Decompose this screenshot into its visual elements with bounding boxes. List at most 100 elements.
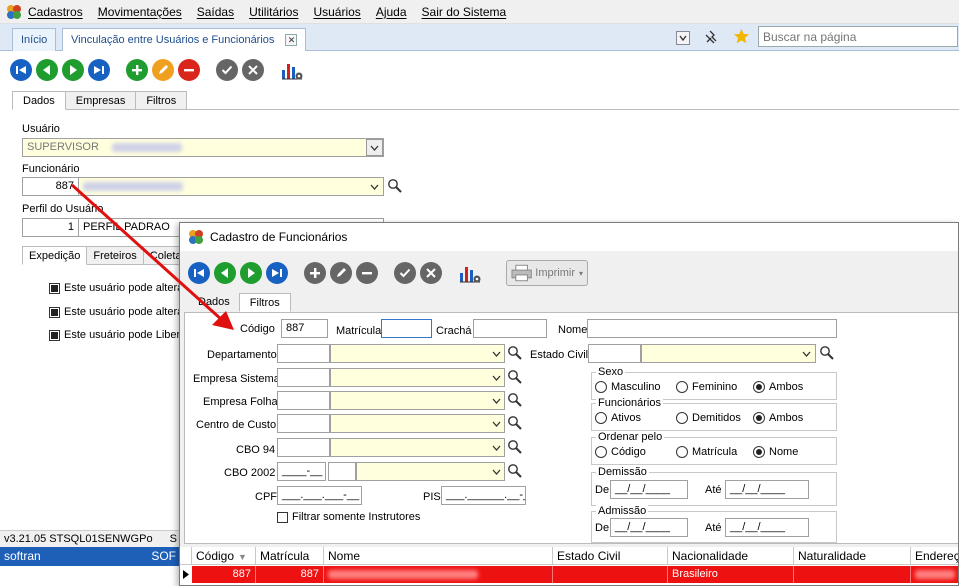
departamento-select[interactable] [330,344,505,363]
dialog-title-bar[interactable]: Cadastro de Funcionários [180,223,958,251]
centro-custo-dropdown-button[interactable] [488,415,505,432]
column-header-nacionalidade[interactable]: Nacionalidade [668,547,794,565]
sexo-ambos-radio[interactable]: Ambos [753,381,803,393]
column-header-naturalidade[interactable]: Naturalidade [794,547,911,565]
delete-button[interactable] [356,262,378,284]
cancel-button[interactable] [420,262,442,284]
ordenar-nome-radio[interactable]: Nome [753,446,798,458]
tab-filtros[interactable]: Filtros [135,91,188,110]
tab-vinculacao[interactable]: Vinculação entre Usuários e Funcionários… [62,28,307,51]
tab-freteiros[interactable]: Freteiros [86,246,144,265]
next-record-button[interactable] [240,262,262,284]
codigo-input[interactable]: 887 [281,319,328,338]
menu-cadastros[interactable]: Cadastros [28,5,83,19]
funcionarios-ambos-radio[interactable]: Ambos [753,412,803,424]
delete-button[interactable] [178,59,200,81]
usuario-dropdown-button[interactable] [366,139,383,156]
cbo94-code-input[interactable] [277,438,330,457]
first-record-button[interactable] [188,262,210,284]
permission-checkbox-3[interactable]: Este usuário pode Liber [49,329,180,341]
search-icon[interactable] [507,463,523,479]
edit-button[interactable] [330,262,352,284]
close-icon[interactable]: ✕ [285,34,298,46]
estado-civil-select[interactable] [641,344,816,363]
cbo2002-dropdown-button[interactable] [488,463,505,480]
cbo2002-code-input[interactable]: ____-__ [277,462,326,481]
search-input[interactable] [758,26,958,47]
cbo2002-extra-input[interactable] [328,462,356,481]
search-icon[interactable] [507,415,523,431]
usuario-select[interactable]: SUPERVISOR [22,138,384,157]
filtrar-instrutores-checkbox[interactable]: Filtrar somente Instrutores [277,511,420,523]
admissao-de-input[interactable]: __/__/____ [610,518,688,537]
menu-ajuda[interactable]: Ajuda [376,5,407,19]
column-header-matricula[interactable]: Matrícula [256,547,324,565]
sexo-masculino-radio[interactable]: Masculino [595,381,661,393]
estado-civil-dropdown-button[interactable] [798,345,815,362]
search-icon[interactable] [507,345,523,361]
cracha-input[interactable] [473,319,547,338]
funcionario-code-input[interactable]: 887 [22,177,79,196]
report-chart-icon[interactable] [458,261,482,285]
empresa-sistema-select[interactable] [330,368,505,387]
permission-checkbox-2[interactable]: Este usuário pode altera [49,306,183,318]
cbo94-select[interactable] [330,438,505,457]
estado-civil-code-input[interactable] [588,344,641,363]
last-record-button[interactable] [88,59,110,81]
last-record-button[interactable] [266,262,288,284]
empresa-folha-code-input[interactable] [277,391,330,410]
empresa-sistema-dropdown-button[interactable] [488,369,505,386]
centro-custo-select[interactable] [330,414,505,433]
admissao-ate-input[interactable]: __/__/____ [725,518,809,537]
column-header-endereco[interactable]: Endereço [911,547,958,565]
tab-expedicao[interactable]: Expedição [22,246,88,265]
funcionarios-demitidos-radio[interactable]: Demitidos [676,412,741,424]
menu-sair[interactable]: Sair do Sistema [422,5,507,19]
empresa-sistema-code-input[interactable] [277,368,330,387]
tab-inicio[interactable]: Início [12,28,57,51]
print-button[interactable]: Imprimir ▾ [506,260,588,286]
column-header-nome[interactable]: Nome [324,547,553,565]
cancel-button[interactable] [242,59,264,81]
tab-dados[interactable]: Dados [12,91,66,110]
nome-input[interactable] [587,319,837,338]
perfil-code-input[interactable]: 1 [22,218,79,237]
funcionario-name-select[interactable] [78,177,384,196]
search-icon[interactable] [507,439,523,455]
add-button[interactable] [304,262,326,284]
funcionarios-ativos-radio[interactable]: Ativos [595,412,641,424]
add-button[interactable] [126,59,148,81]
previous-record-button[interactable] [214,262,236,284]
first-record-button[interactable] [10,59,32,81]
cbo2002-select[interactable] [356,462,505,481]
empresa-folha-dropdown-button[interactable] [488,392,505,409]
departamento-dropdown-button[interactable] [488,345,505,362]
report-chart-icon[interactable] [280,58,304,82]
menu-saidas[interactable]: Saídas [197,5,234,19]
tab-empresas[interactable]: Empresas [64,91,137,110]
centro-custo-code-input[interactable] [277,414,330,433]
next-record-button[interactable] [62,59,84,81]
table-row[interactable]: 887 887 Brasileiro [192,566,958,583]
cbo94-dropdown-button[interactable] [488,439,505,456]
edit-button[interactable] [152,59,174,81]
column-header-codigo[interactable]: Código ▼ [192,547,256,565]
matricula-input[interactable] [381,319,432,338]
funcionario-dropdown-button[interactable] [366,178,383,195]
cpf-input[interactable]: ___.___.___-__ [277,486,362,505]
menu-usuarios[interactable]: Usuários [313,5,360,19]
ordenar-matricula-radio[interactable]: Matrícula [676,446,737,458]
pis-input[interactable]: ___.______.__-_ [441,486,526,505]
dialog-tab-dados[interactable]: Dados [188,293,240,312]
search-icon[interactable] [507,369,523,385]
column-header-estado-civil[interactable]: Estado Civil [553,547,668,565]
search-icon[interactable] [819,345,835,361]
search-icon[interactable] [387,178,403,194]
ordenar-codigo-radio[interactable]: Código [595,446,646,458]
sexo-feminino-radio[interactable]: Feminino [676,381,737,393]
empresa-folha-select[interactable] [330,391,505,410]
confirm-button[interactable] [216,59,238,81]
dialog-tab-filtros[interactable]: Filtros [238,293,291,312]
menu-movimentacoes[interactable]: Movimentações [98,5,182,19]
search-icon[interactable] [507,392,523,408]
